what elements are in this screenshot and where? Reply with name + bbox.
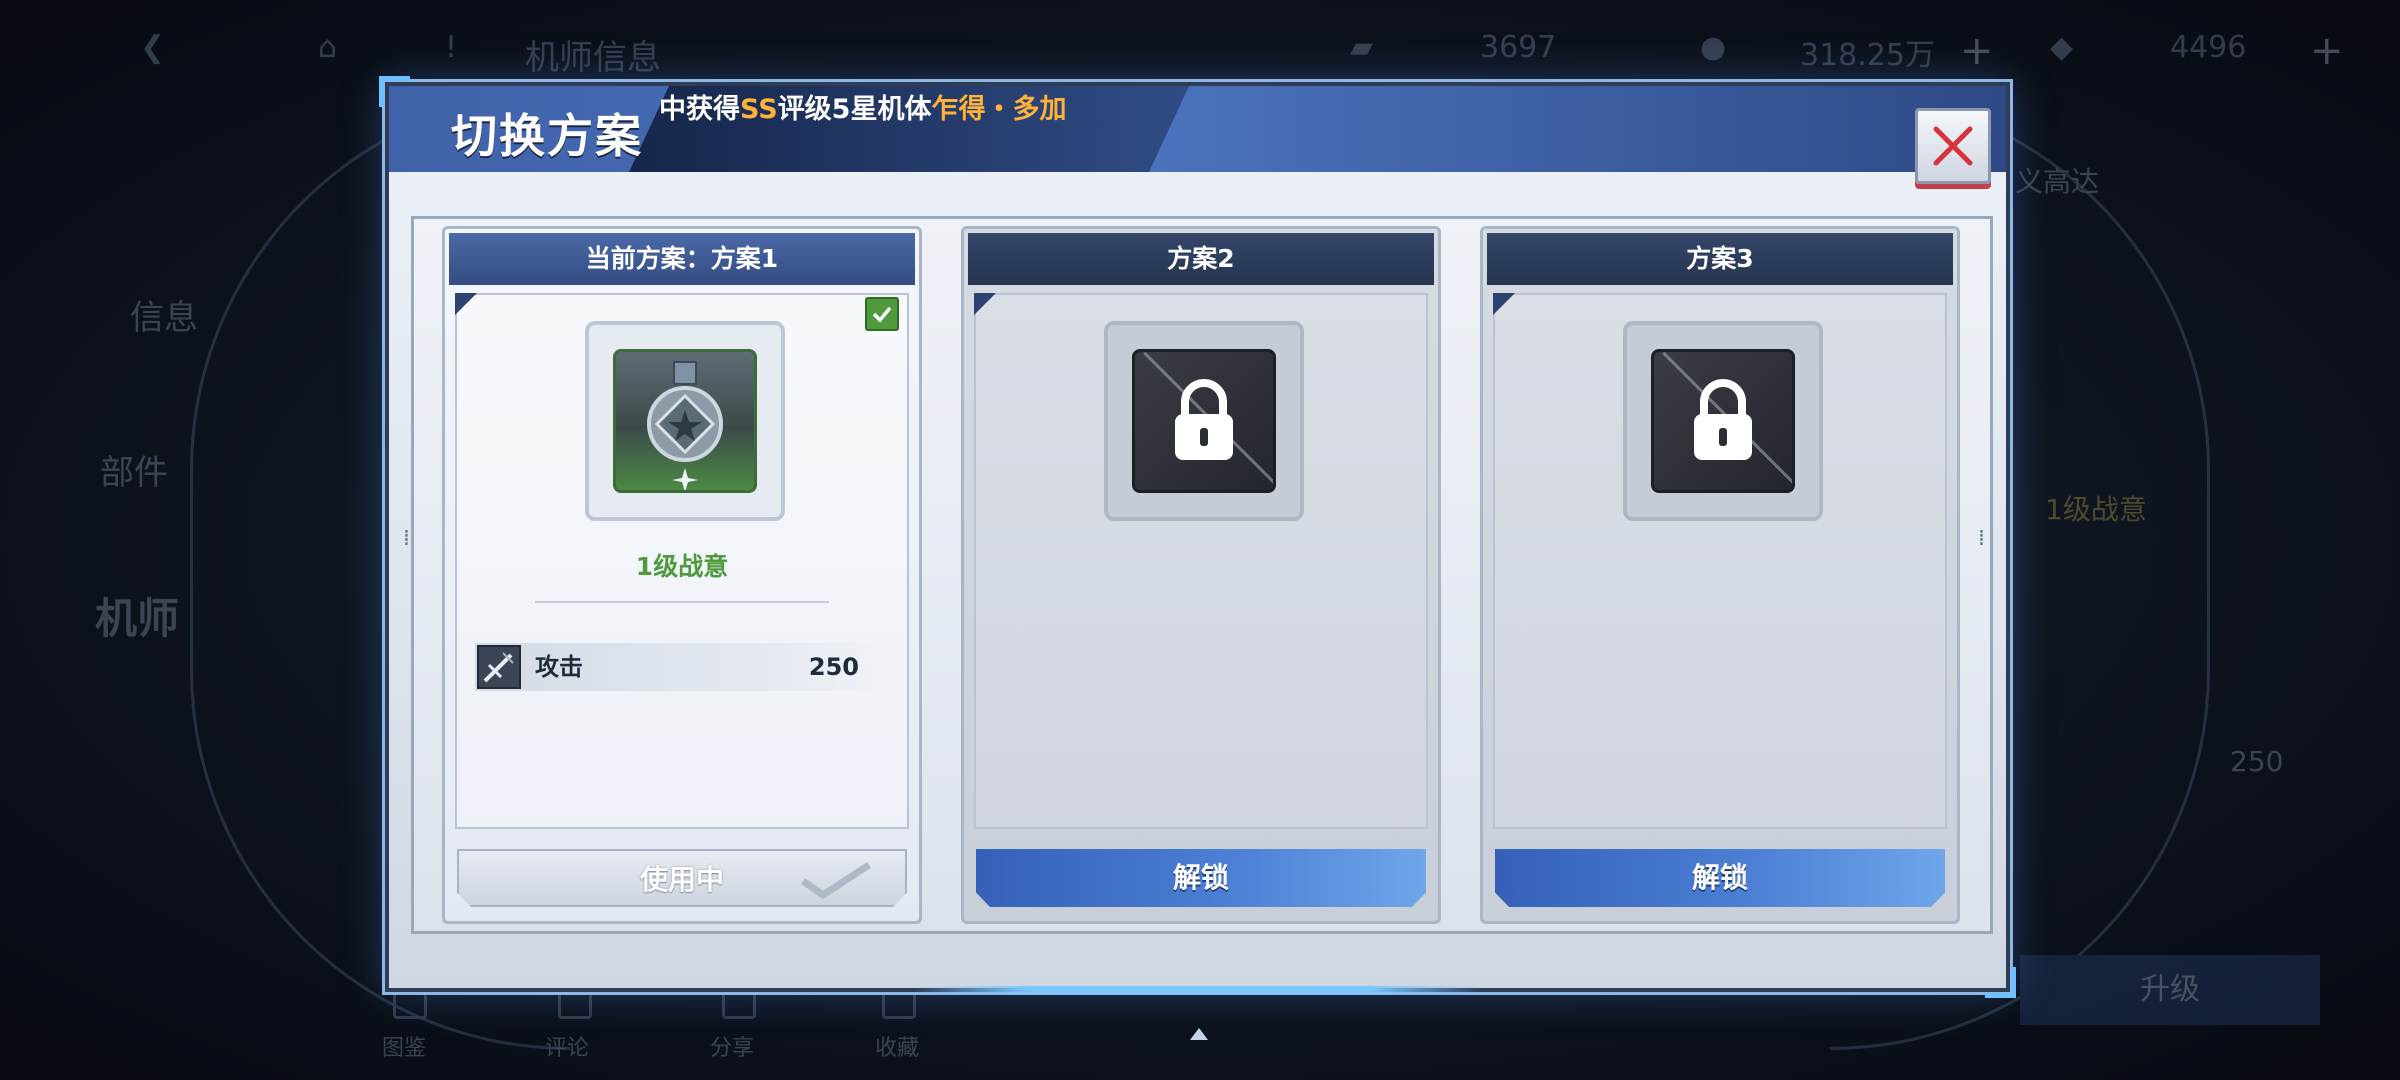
lock-frame xyxy=(1623,321,1823,521)
ticket-icon: ▰ xyxy=(1350,30,1374,65)
lock-icon xyxy=(1132,349,1276,493)
background-unit-name: 义高达 xyxy=(2015,165,2100,198)
gem-icon: ◆ xyxy=(2050,30,2074,65)
bottom-tab-1: 图鉴 xyxy=(382,1036,427,1061)
stat-label: 攻击 xyxy=(535,653,583,681)
background-value: 250 xyxy=(2230,745,2284,778)
back-icon: ❮ xyxy=(140,30,166,65)
switch-scheme-dialog: 中获得SS评级5星机体乍得・多加 切换方案 ⁞ ⁞ 当前方案：方案1 1级战意 … xyxy=(379,76,2016,998)
coin-icon: ● xyxy=(1700,30,1727,65)
add-currency2-icon: + xyxy=(1960,28,1994,74)
bottom-tab-4: 收藏 xyxy=(875,1036,920,1061)
side-tab-info: 信息 xyxy=(130,298,198,338)
check-icon xyxy=(795,859,875,899)
close-icon xyxy=(1933,126,1973,166)
lock-icon xyxy=(1651,349,1795,493)
attack-icon xyxy=(477,645,521,689)
marquee-text-name: 乍得・多加 xyxy=(931,94,1067,125)
scheme-card-header: 方案3 xyxy=(1487,233,1953,285)
marquee-text-2: 评级5星机体 xyxy=(777,94,932,125)
divider xyxy=(535,601,829,603)
lock-frame xyxy=(1104,321,1304,521)
alert-icon: ! xyxy=(445,30,458,65)
currency2-value: 318.25万 xyxy=(1800,38,1935,73)
in-use-button[interactable]: 使用中 xyxy=(457,849,907,907)
currency3-value: 4496 xyxy=(2170,30,2247,65)
expand-arrow-icon[interactable] xyxy=(1190,1028,1208,1040)
medal-frame[interactable] xyxy=(585,321,785,521)
unlock-button[interactable]: 解锁 xyxy=(976,849,1426,907)
side-tab-pilot: 机师 xyxy=(95,594,180,643)
medal-icon xyxy=(613,349,757,493)
scheme-level: 1级战意 xyxy=(635,552,729,581)
currency1-value: 3697 xyxy=(1480,30,1557,65)
close-button[interactable] xyxy=(1915,108,1991,184)
scheme-card-2[interactable]: 方案2 解锁 xyxy=(961,226,1441,924)
marquee-text-1: 中获得 xyxy=(659,94,740,125)
marquee-text-rank: SS xyxy=(740,94,778,125)
scheme-card-1[interactable]: 当前方案：方案1 1级战意 攻击 250 使用中 xyxy=(442,226,922,924)
stat-row: 攻击 250 xyxy=(475,643,889,691)
background-title: 机师信息 xyxy=(525,38,661,78)
in-use-label: 使用中 xyxy=(639,863,724,896)
corner-decoration xyxy=(974,293,996,315)
bottom-glow-bar xyxy=(914,986,1484,994)
add-currency3-icon: + xyxy=(2310,28,2344,74)
bottom-tab-2: 评论 xyxy=(545,1036,590,1061)
bottom-tab-3: 分享 xyxy=(710,1036,755,1061)
check-icon xyxy=(865,297,899,331)
dialog-title: 切换方案 xyxy=(451,109,643,163)
stat-value: 250 xyxy=(808,653,859,681)
corner-decoration xyxy=(1493,293,1515,315)
unlock-button[interactable]: 解锁 xyxy=(1495,849,1945,907)
scheme-card-3[interactable]: 方案3 解锁 xyxy=(1480,226,1960,924)
background-upgrade-button: 升级 xyxy=(2020,955,2320,1025)
left-grip-icon: ⁞ xyxy=(403,526,410,551)
right-grip-icon: ⁞ xyxy=(1978,526,1985,551)
scheme-card-header: 方案2 xyxy=(968,233,1434,285)
home-icon: ⌂ xyxy=(318,30,338,65)
side-tab-parts: 部件 xyxy=(100,453,168,493)
corner-decoration xyxy=(455,293,477,315)
announcement-marquee: 中获得SS评级5星机体乍得・多加 xyxy=(659,90,1139,130)
background-level: 1级战意 xyxy=(2045,493,2147,526)
scheme-card-header: 当前方案：方案1 xyxy=(449,233,915,285)
